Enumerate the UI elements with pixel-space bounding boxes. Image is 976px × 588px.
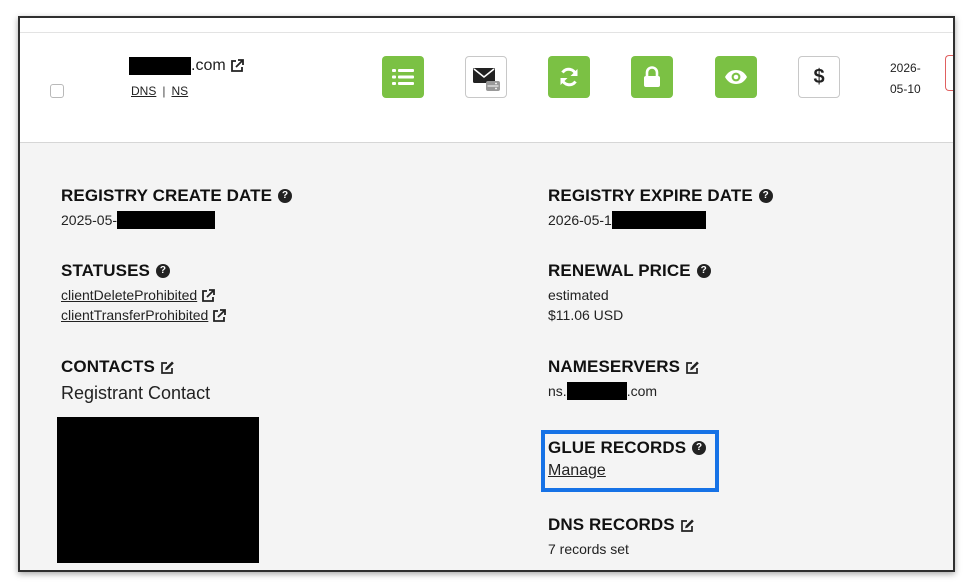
list-icon	[392, 68, 414, 86]
ns-link[interactable]: NS	[171, 84, 188, 98]
redacted-value	[117, 211, 216, 229]
eye-icon	[724, 69, 748, 85]
external-link-icon[interactable]	[212, 308, 227, 322]
registry-create-date: REGISTRY CREATE DATE ? 2025-05-	[61, 186, 293, 230]
edit-icon[interactable]	[680, 518, 695, 533]
nameserver-value: ns. .com	[548, 382, 658, 400]
external-link-icon[interactable]	[230, 59, 244, 73]
status-item: clientTransferProhibited	[61, 305, 227, 325]
expiry-date: 2026- 05-10	[890, 58, 921, 100]
divider	[20, 32, 953, 33]
domain-sublinks: DNS | NS	[131, 84, 188, 98]
renewal-price: RENEWAL PRICE ? estimated $11.06 USD	[548, 261, 711, 325]
registry-create-date-value: 2025-05-	[61, 210, 292, 230]
nameservers-label: NAMESERVERS	[548, 357, 700, 377]
contacts-label: CONTACTS	[61, 357, 210, 377]
link-separator: |	[162, 84, 166, 98]
glue-records: GLUE RECORDS ? Manage	[548, 438, 707, 480]
help-icon[interactable]: ?	[696, 264, 711, 278]
redacted-value	[611, 211, 706, 229]
redacted-contact-details	[57, 417, 259, 563]
domain-name[interactable]: .com	[129, 56, 244, 76]
lock-icon	[642, 66, 662, 88]
renewal-price-amount: $11.06 USD	[548, 307, 624, 323]
edit-icon[interactable]	[160, 360, 175, 375]
help-icon[interactable]: ?	[278, 189, 293, 203]
domain-row: .com DNS | NS $ 2026- 05-10	[20, 18, 953, 143]
refresh-icon	[558, 66, 580, 88]
mail-server-button[interactable]	[465, 56, 507, 98]
registry-create-date-label: REGISTRY CREATE DATE ?	[61, 186, 293, 206]
redacted-value	[566, 382, 627, 400]
domain-panel: .com DNS | NS $ 2026- 05-10 REGISTRY CRE…	[18, 16, 955, 572]
truncated-action-button[interactable]	[945, 55, 953, 91]
contacts: CONTACTS Registrant Contact	[61, 357, 210, 404]
dns-records: DNS RECORDS 7 records set	[548, 515, 695, 559]
glue-records-manage-link[interactable]: Manage	[548, 462, 706, 480]
status-link[interactable]: clientDeleteProhibited	[61, 285, 197, 305]
list-button[interactable]	[382, 56, 424, 98]
help-icon[interactable]: ?	[758, 189, 773, 203]
pricing-button[interactable]: $	[798, 56, 840, 98]
renewal-price-value: estimated $11.06 USD	[548, 285, 711, 325]
statuses-list: clientDeleteProhibited clientTransferPro…	[61, 285, 227, 325]
statuses-label: STATUSES ?	[61, 261, 226, 281]
dollar-icon: $	[813, 65, 825, 88]
dns-records-label: DNS RECORDS	[548, 515, 695, 535]
privacy-button[interactable]	[715, 56, 757, 98]
refresh-button[interactable]	[548, 56, 590, 98]
registry-expire-date: REGISTRY EXPIRE DATE ? 2026-05-1	[548, 186, 773, 230]
help-icon[interactable]: ?	[692, 441, 707, 455]
dns-records-value: 7 records set	[548, 541, 629, 557]
status-link[interactable]: clientTransferProhibited	[61, 305, 208, 325]
registry-expire-date-label: REGISTRY EXPIRE DATE ?	[548, 186, 773, 206]
date-line-1: 2026-	[890, 61, 921, 75]
renewal-price-note: estimated	[548, 287, 609, 303]
nameservers: NAMESERVERS ns. .com	[548, 357, 700, 401]
redacted-domain	[129, 57, 191, 75]
mail-server-icon	[471, 62, 501, 92]
statuses: STATUSES ? clientDeleteProhibited client…	[61, 261, 227, 325]
dns-link[interactable]: DNS	[131, 84, 156, 98]
domain-suffix: .com	[191, 57, 226, 74]
edit-icon[interactable]	[685, 360, 700, 375]
external-link-icon[interactable]	[201, 288, 216, 302]
row-select-checkbox[interactable]	[50, 84, 64, 98]
registry-expire-date-value: 2026-05-1	[548, 210, 773, 230]
status-item: clientDeleteProhibited	[61, 285, 226, 305]
date-line-2: 05-10	[890, 82, 921, 96]
glue-records-label: GLUE RECORDS ?	[548, 438, 707, 458]
lock-button[interactable]	[631, 56, 673, 98]
renewal-price-label: RENEWAL PRICE ?	[548, 261, 711, 281]
help-icon[interactable]: ?	[155, 264, 170, 278]
registrant-contact: Registrant Contact	[61, 383, 211, 403]
